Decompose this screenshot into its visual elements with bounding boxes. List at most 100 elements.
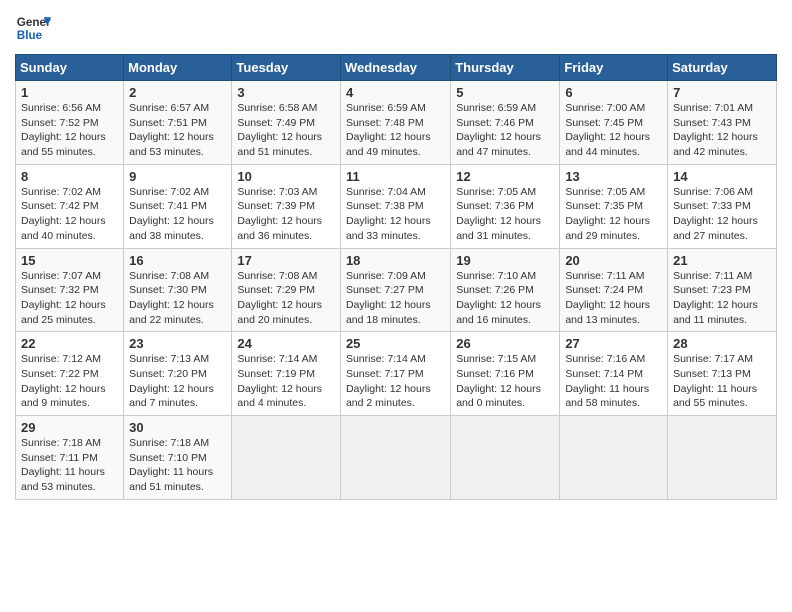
calendar-body: 1Sunrise: 6:56 AM Sunset: 7:52 PM Daylig… bbox=[16, 81, 777, 500]
day-number: 20 bbox=[565, 253, 662, 268]
calendar-cell: 28Sunrise: 7:17 AM Sunset: 7:13 PM Dayli… bbox=[668, 332, 777, 416]
logo: General Blue bbox=[15, 10, 51, 46]
day-number: 2 bbox=[129, 85, 226, 100]
calendar-cell: 11Sunrise: 7:04 AM Sunset: 7:38 PM Dayli… bbox=[340, 164, 450, 248]
day-info: Sunrise: 7:04 AM Sunset: 7:38 PM Dayligh… bbox=[346, 185, 445, 244]
day-number: 16 bbox=[129, 253, 226, 268]
calendar-cell bbox=[340, 416, 450, 500]
day-number: 22 bbox=[21, 336, 118, 351]
calendar-cell: 21Sunrise: 7:11 AM Sunset: 7:23 PM Dayli… bbox=[668, 248, 777, 332]
day-number: 30 bbox=[129, 420, 226, 435]
day-info: Sunrise: 6:59 AM Sunset: 7:48 PM Dayligh… bbox=[346, 101, 445, 160]
calendar-cell bbox=[451, 416, 560, 500]
day-info: Sunrise: 7:05 AM Sunset: 7:36 PM Dayligh… bbox=[456, 185, 554, 244]
calendar-cell: 15Sunrise: 7:07 AM Sunset: 7:32 PM Dayli… bbox=[16, 248, 124, 332]
calendar-cell: 26Sunrise: 7:15 AM Sunset: 7:16 PM Dayli… bbox=[451, 332, 560, 416]
calendar-cell: 19Sunrise: 7:10 AM Sunset: 7:26 PM Dayli… bbox=[451, 248, 560, 332]
col-header-saturday: Saturday bbox=[668, 55, 777, 81]
calendar-cell: 27Sunrise: 7:16 AM Sunset: 7:14 PM Dayli… bbox=[560, 332, 668, 416]
day-info: Sunrise: 7:06 AM Sunset: 7:33 PM Dayligh… bbox=[673, 185, 771, 244]
day-number: 8 bbox=[21, 169, 118, 184]
logo-icon: General Blue bbox=[15, 10, 51, 46]
day-number: 27 bbox=[565, 336, 662, 351]
calendar-cell: 20Sunrise: 7:11 AM Sunset: 7:24 PM Dayli… bbox=[560, 248, 668, 332]
day-info: Sunrise: 7:18 AM Sunset: 7:11 PM Dayligh… bbox=[21, 436, 118, 495]
calendar-cell: 24Sunrise: 7:14 AM Sunset: 7:19 PM Dayli… bbox=[232, 332, 341, 416]
day-info: Sunrise: 6:58 AM Sunset: 7:49 PM Dayligh… bbox=[237, 101, 335, 160]
col-header-tuesday: Tuesday bbox=[232, 55, 341, 81]
day-info: Sunrise: 7:02 AM Sunset: 7:41 PM Dayligh… bbox=[129, 185, 226, 244]
page-header: General Blue bbox=[15, 10, 777, 46]
day-info: Sunrise: 7:01 AM Sunset: 7:43 PM Dayligh… bbox=[673, 101, 771, 160]
day-number: 9 bbox=[129, 169, 226, 184]
col-header-friday: Friday bbox=[560, 55, 668, 81]
calendar-cell: 16Sunrise: 7:08 AM Sunset: 7:30 PM Dayli… bbox=[124, 248, 232, 332]
day-number: 24 bbox=[237, 336, 335, 351]
day-info: Sunrise: 6:57 AM Sunset: 7:51 PM Dayligh… bbox=[129, 101, 226, 160]
week-row-5: 29Sunrise: 7:18 AM Sunset: 7:11 PM Dayli… bbox=[16, 416, 777, 500]
day-number: 7 bbox=[673, 85, 771, 100]
day-number: 6 bbox=[565, 85, 662, 100]
calendar-cell: 6Sunrise: 7:00 AM Sunset: 7:45 PM Daylig… bbox=[560, 81, 668, 165]
calendar-cell: 10Sunrise: 7:03 AM Sunset: 7:39 PM Dayli… bbox=[232, 164, 341, 248]
calendar-cell: 9Sunrise: 7:02 AM Sunset: 7:41 PM Daylig… bbox=[124, 164, 232, 248]
week-row-1: 1Sunrise: 6:56 AM Sunset: 7:52 PM Daylig… bbox=[16, 81, 777, 165]
day-info: Sunrise: 7:17 AM Sunset: 7:13 PM Dayligh… bbox=[673, 352, 771, 411]
calendar-cell: 1Sunrise: 6:56 AM Sunset: 7:52 PM Daylig… bbox=[16, 81, 124, 165]
calendar-cell: 14Sunrise: 7:06 AM Sunset: 7:33 PM Dayli… bbox=[668, 164, 777, 248]
col-header-sunday: Sunday bbox=[16, 55, 124, 81]
day-info: Sunrise: 7:05 AM Sunset: 7:35 PM Dayligh… bbox=[565, 185, 662, 244]
day-number: 21 bbox=[673, 253, 771, 268]
day-number: 13 bbox=[565, 169, 662, 184]
calendar-cell: 13Sunrise: 7:05 AM Sunset: 7:35 PM Dayli… bbox=[560, 164, 668, 248]
calendar-cell bbox=[232, 416, 341, 500]
calendar-cell: 8Sunrise: 7:02 AM Sunset: 7:42 PM Daylig… bbox=[16, 164, 124, 248]
day-info: Sunrise: 7:03 AM Sunset: 7:39 PM Dayligh… bbox=[237, 185, 335, 244]
calendar-cell: 23Sunrise: 7:13 AM Sunset: 7:20 PM Dayli… bbox=[124, 332, 232, 416]
day-info: Sunrise: 7:09 AM Sunset: 7:27 PM Dayligh… bbox=[346, 269, 445, 328]
week-row-2: 8Sunrise: 7:02 AM Sunset: 7:42 PM Daylig… bbox=[16, 164, 777, 248]
calendar-cell bbox=[560, 416, 668, 500]
calendar-cell: 30Sunrise: 7:18 AM Sunset: 7:10 PM Dayli… bbox=[124, 416, 232, 500]
day-info: Sunrise: 7:11 AM Sunset: 7:24 PM Dayligh… bbox=[565, 269, 662, 328]
day-info: Sunrise: 7:08 AM Sunset: 7:30 PM Dayligh… bbox=[129, 269, 226, 328]
day-info: Sunrise: 7:12 AM Sunset: 7:22 PM Dayligh… bbox=[21, 352, 118, 411]
day-info: Sunrise: 7:13 AM Sunset: 7:20 PM Dayligh… bbox=[129, 352, 226, 411]
calendar-cell: 2Sunrise: 6:57 AM Sunset: 7:51 PM Daylig… bbox=[124, 81, 232, 165]
day-number: 25 bbox=[346, 336, 445, 351]
calendar-table: SundayMondayTuesdayWednesdayThursdayFrid… bbox=[15, 54, 777, 500]
day-info: Sunrise: 6:56 AM Sunset: 7:52 PM Dayligh… bbox=[21, 101, 118, 160]
day-info: Sunrise: 7:14 AM Sunset: 7:17 PM Dayligh… bbox=[346, 352, 445, 411]
day-info: Sunrise: 7:15 AM Sunset: 7:16 PM Dayligh… bbox=[456, 352, 554, 411]
week-row-3: 15Sunrise: 7:07 AM Sunset: 7:32 PM Dayli… bbox=[16, 248, 777, 332]
day-number: 26 bbox=[456, 336, 554, 351]
calendar-cell: 5Sunrise: 6:59 AM Sunset: 7:46 PM Daylig… bbox=[451, 81, 560, 165]
calendar-cell: 4Sunrise: 6:59 AM Sunset: 7:48 PM Daylig… bbox=[340, 81, 450, 165]
week-row-4: 22Sunrise: 7:12 AM Sunset: 7:22 PM Dayli… bbox=[16, 332, 777, 416]
day-number: 14 bbox=[673, 169, 771, 184]
calendar-cell: 7Sunrise: 7:01 AM Sunset: 7:43 PM Daylig… bbox=[668, 81, 777, 165]
day-number: 4 bbox=[346, 85, 445, 100]
header-row: SundayMondayTuesdayWednesdayThursdayFrid… bbox=[16, 55, 777, 81]
day-number: 10 bbox=[237, 169, 335, 184]
day-number: 19 bbox=[456, 253, 554, 268]
day-number: 17 bbox=[237, 253, 335, 268]
calendar-cell: 22Sunrise: 7:12 AM Sunset: 7:22 PM Dayli… bbox=[16, 332, 124, 416]
calendar-cell: 25Sunrise: 7:14 AM Sunset: 7:17 PM Dayli… bbox=[340, 332, 450, 416]
day-number: 23 bbox=[129, 336, 226, 351]
day-number: 3 bbox=[237, 85, 335, 100]
day-number: 28 bbox=[673, 336, 771, 351]
calendar-cell bbox=[668, 416, 777, 500]
calendar-header: SundayMondayTuesdayWednesdayThursdayFrid… bbox=[16, 55, 777, 81]
day-number: 29 bbox=[21, 420, 118, 435]
day-info: Sunrise: 7:11 AM Sunset: 7:23 PM Dayligh… bbox=[673, 269, 771, 328]
col-header-monday: Monday bbox=[124, 55, 232, 81]
day-info: Sunrise: 7:14 AM Sunset: 7:19 PM Dayligh… bbox=[237, 352, 335, 411]
col-header-wednesday: Wednesday bbox=[340, 55, 450, 81]
calendar-cell: 17Sunrise: 7:08 AM Sunset: 7:29 PM Dayli… bbox=[232, 248, 341, 332]
calendar-cell: 29Sunrise: 7:18 AM Sunset: 7:11 PM Dayli… bbox=[16, 416, 124, 500]
day-number: 5 bbox=[456, 85, 554, 100]
day-info: Sunrise: 7:10 AM Sunset: 7:26 PM Dayligh… bbox=[456, 269, 554, 328]
day-info: Sunrise: 7:07 AM Sunset: 7:32 PM Dayligh… bbox=[21, 269, 118, 328]
day-info: Sunrise: 7:00 AM Sunset: 7:45 PM Dayligh… bbox=[565, 101, 662, 160]
